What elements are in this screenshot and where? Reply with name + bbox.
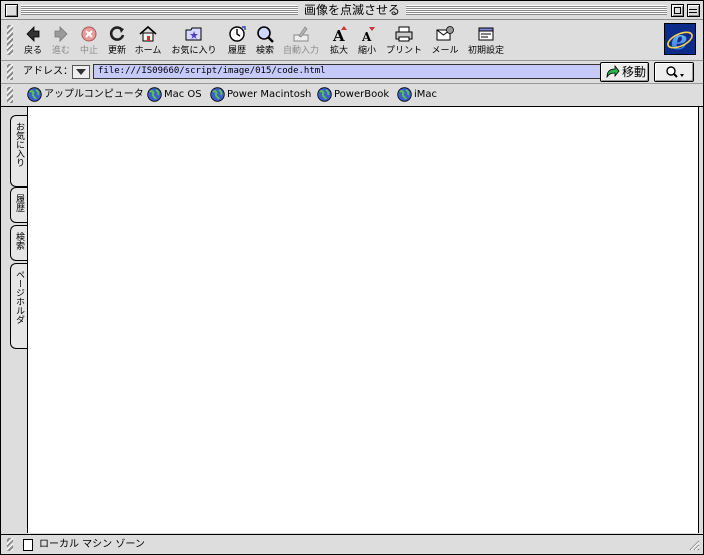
search-menu-icon	[666, 66, 684, 78]
globe-icon	[317, 87, 332, 102]
history-clock-icon	[229, 26, 246, 42]
autofill-button[interactable]: 自動入力	[281, 24, 321, 58]
search-button[interactable]: 検索	[253, 24, 277, 58]
address-label: アドレス：	[23, 66, 73, 77]
forward-label: 進む	[51, 46, 70, 56]
favorite-item-apple[interactable]: アップルコンピュータ	[27, 87, 144, 103]
tab-label: お気に入り	[14, 122, 24, 167]
explorer-sidebar: お気に入り 履歴 検索 ページホルダ	[1, 107, 27, 533]
text-larger-icon: A	[332, 26, 347, 44]
history-label: 履歴	[227, 46, 246, 56]
collapse-box[interactable]	[687, 4, 700, 17]
tab-favorites[interactable]: お気に入り	[10, 115, 27, 187]
tab-label: 履歴	[14, 194, 24, 212]
mail-label: メール	[431, 46, 459, 56]
left-arrow-icon	[26, 26, 40, 42]
address-input[interactable]	[93, 64, 603, 79]
stop-label: 中止	[79, 46, 98, 56]
tab-page-holder[interactable]: ページホルダ	[10, 263, 27, 349]
text-larger-button[interactable]: A 拡大	[327, 24, 351, 58]
go-label: 移動	[622, 65, 647, 79]
favorite-item-imac[interactable]: iMac	[397, 87, 441, 103]
refresh-button[interactable]: 更新	[105, 24, 129, 58]
window-title: 画像を点滅させる	[297, 3, 407, 17]
home-icon	[139, 25, 157, 42]
favorite-item-power-macintosh[interactable]: Power Macintosh	[210, 87, 312, 103]
home-label: ホーム	[134, 46, 162, 56]
title-bar[interactable]: 画像を点滅させる	[1, 1, 703, 20]
autofill-pen-icon	[293, 26, 309, 42]
favorite-item-label: Mac OS	[164, 89, 202, 100]
print-label: プリント	[385, 46, 422, 56]
svg-text:A: A	[361, 30, 372, 44]
favorites-bar: アップルコンピュータ Mac OS Power Macintosh PowerB…	[1, 84, 703, 107]
home-button[interactable]: ホーム	[133, 24, 163, 58]
globe-icon	[27, 87, 42, 102]
preferences-label: 初期設定	[467, 46, 504, 56]
go-arrow-icon	[606, 65, 620, 79]
text-smaller-button[interactable]: A 縮小	[355, 24, 379, 58]
refresh-icon	[109, 26, 125, 41]
stop-button[interactable]: 中止	[77, 24, 101, 58]
toolbar-grip[interactable]	[7, 25, 13, 55]
address-bar: アドレス： 移動	[1, 61, 703, 84]
ie-logo-icon: e	[667, 26, 693, 56]
button-toolbar: 戻る 進む 中止 更新 ホーム お気に入り 履歴 検索 自動入力 A 拡大 A …	[1, 20, 703, 61]
favorites-label: お気に入り	[171, 46, 217, 56]
favorites-grip[interactable]	[7, 87, 13, 103]
browser-window: 画像を点滅させる 戻る 進む 中止 更新 ホーム お気に入り 履歴 検索 自動入…	[0, 0, 704, 555]
text-smaller-label: 縮小	[357, 46, 376, 56]
history-button[interactable]: 履歴	[225, 24, 249, 58]
tab-label: 検索	[14, 232, 24, 250]
globe-icon	[147, 87, 162, 102]
right-arrow-icon	[54, 26, 68, 42]
go-button[interactable]: 移動	[600, 62, 649, 82]
back-label: 戻る	[23, 46, 42, 56]
preferences-icon	[478, 27, 494, 41]
favorite-item-label: Power Macintosh	[227, 89, 312, 100]
svg-text:e: e	[671, 26, 688, 54]
mail-button[interactable]: メール	[429, 24, 461, 58]
print-button[interactable]: プリント	[385, 24, 423, 58]
globe-icon	[397, 87, 412, 102]
autofill-label: 自動入力	[282, 46, 319, 56]
favorites-button[interactable]: お気に入り	[170, 24, 218, 58]
favorite-item-label: PowerBook	[334, 89, 390, 100]
tab-label: ページホルダ	[14, 270, 24, 324]
tab-history[interactable]: 履歴	[10, 187, 27, 223]
back-button[interactable]: 戻る	[21, 24, 45, 58]
favorite-item-label: iMac	[414, 89, 438, 100]
status-grip	[7, 538, 13, 551]
text-smaller-icon: A	[361, 27, 375, 44]
status-bar: ローカル マシン ゾーン	[1, 534, 703, 554]
zoom-box[interactable]	[671, 4, 684, 17]
resize-grip-icon[interactable]	[687, 538, 700, 551]
favorite-item-powerbook[interactable]: PowerBook	[317, 87, 391, 103]
close-box[interactable]	[5, 4, 18, 17]
mail-icon	[436, 26, 454, 41]
tab-search[interactable]: 検索	[10, 225, 27, 261]
text-larger-label: 拡大	[329, 46, 348, 56]
address-grip[interactable]	[7, 64, 13, 80]
refresh-label: 更新	[107, 46, 126, 56]
search-label: 検索	[255, 46, 274, 56]
local-zone-icon	[23, 539, 33, 551]
stop-icon	[81, 26, 97, 42]
printer-icon	[395, 26, 413, 42]
chevron-down-icon	[76, 69, 86, 75]
preferences-button[interactable]: 初期設定	[466, 24, 506, 58]
ie-logo: e	[664, 23, 696, 56]
search-magnifier-icon	[257, 26, 274, 43]
search-menu-button[interactable]	[654, 62, 694, 82]
address-history-dropdown[interactable]	[72, 65, 90, 79]
security-zone-text: ローカル マシン ゾーン	[39, 539, 145, 550]
forward-button[interactable]: 進む	[49, 24, 73, 58]
page-content[interactable]	[27, 107, 699, 533]
favorite-item-macos[interactable]: Mac OS	[147, 87, 203, 103]
favorite-item-label: アップルコンピュータ	[44, 89, 144, 100]
globe-icon	[210, 87, 225, 102]
favorites-folder-icon	[185, 27, 202, 41]
